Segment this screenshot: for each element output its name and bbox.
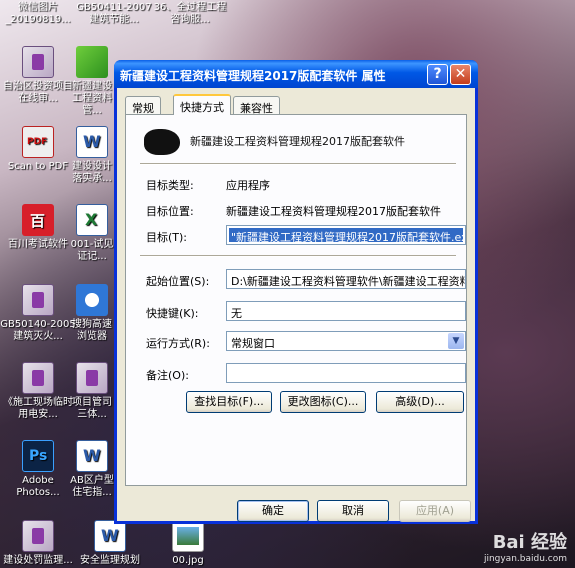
run-select-value: 常规窗口 [231, 337, 275, 350]
desktop-icon-label: 微信图片_20190819... [5, 2, 71, 25]
watermark-url: jingyan.baidu.com [483, 554, 567, 564]
cancel-button[interactable]: 取消 [317, 500, 389, 522]
comment-input[interactable] [226, 363, 466, 383]
desktop-icon-001[interactable]: 001-试见证记... [70, 204, 114, 263]
desktop-icon-00jpg[interactable]: 00.jpg [150, 520, 226, 567]
desktop-icon-label: 《施工现场临时用电安... [3, 397, 73, 420]
watermark: Bai 经验 jingyan.baidu.com [484, 528, 567, 564]
desktop-icon-sogou[interactable]: 搜狗高速浏览器 [70, 284, 114, 343]
target-label: 目标(T): [146, 231, 188, 244]
find-target-button[interactable]: 查找目标(F)... [186, 391, 272, 413]
desktop-icon-design-doc[interactable]: 建设设计落实承... [70, 126, 114, 185]
desktop-icon-label: 安全监理规划 [80, 555, 140, 566]
chm-icon [22, 362, 54, 394]
desktop-icon-project-mgmt[interactable]: 项目管司三体... [70, 362, 114, 421]
word-icon [76, 440, 108, 472]
desktop-icon-investment[interactable]: 自治区投资项目在线审... [0, 46, 76, 105]
tab-compatibility[interactable]: 兼容性 [233, 96, 280, 115]
desktop-icon-label: 项目管司三体... [72, 397, 112, 420]
baichuan-icon [22, 204, 54, 236]
dialog-title: 新疆建设工程资料管理规程2017版配套软件 属性 [120, 69, 386, 83]
ok-button[interactable]: 确定 [237, 500, 309, 522]
separator [140, 163, 456, 165]
desktop-icon-safety-plan[interactable]: 安全监理规划 [72, 520, 148, 567]
target-input[interactable]: "新疆建设工程资料管理规程2017版配套软件.exe" [226, 225, 466, 245]
desktop-icon-scan-to-pdf[interactable]: Scan to PDF [0, 126, 76, 173]
desktop-icon-photoshop[interactable]: Adobe Photos... [0, 440, 76, 499]
desktop-icon-baichuan[interactable]: 百川考试软件 [0, 204, 76, 251]
shortcut-name-field[interactable]: 新疆建设工程资料管理规程2017版配套软件 [190, 131, 452, 149]
chm-icon [22, 520, 54, 552]
shortcut-key-label: 快捷键(K): [146, 307, 199, 320]
advanced-button[interactable]: 高级(D)... [376, 391, 464, 413]
desktop-icon-label: 自治区投资项目在线审... [3, 81, 73, 104]
chm-icon [22, 46, 54, 78]
desktop-icon-label: 建设设计落实承... [72, 161, 112, 184]
shortcut-icon [144, 129, 180, 155]
desktop-icon-label: 建设处罚监理... [3, 555, 73, 566]
desktop-icon-label: 搜狗高速浏览器 [72, 319, 112, 342]
shortcut-panel: 新疆建设工程资料管理规程2017版配套软件 目标类型: 应用程序 目标位置: 新… [125, 114, 467, 486]
desktop-icon-label: 001-试见证记... [70, 239, 114, 262]
pdf-icon [22, 126, 54, 158]
target-input-value: "新疆建设工程资料管理规程2017版配套软件.exe" [229, 228, 463, 242]
desktop-icon-xinjiang-software[interactable]: 新疆建设工程资料管... [70, 46, 114, 117]
chm-icon [22, 284, 54, 316]
target-type-label: 目标类型: [146, 179, 194, 192]
word-icon [94, 520, 126, 552]
target-location-value: 新疆建设工程资料管理规程2017版配套软件 [226, 205, 441, 218]
excel-icon [76, 204, 108, 236]
desktop-icon-gb50411[interactable]: GB50411-2007 建筑节能... [76, 2, 152, 26]
desktop-icon-label: AB区户型住宅指... [70, 475, 114, 498]
desktop-icon-label: 36、全过程工程咨询服... [153, 2, 227, 25]
tab-general[interactable]: 常规 [125, 96, 161, 115]
target-location-label: 目标位置: [146, 205, 194, 218]
run-select[interactable]: 常规窗口 ▼ [226, 331, 466, 351]
target-type-value: 应用程序 [226, 179, 270, 192]
desktop-icon-penalty[interactable]: 建设处罚监理... [0, 520, 76, 567]
desktop-icon-label: 00.jpg [172, 555, 204, 566]
dialog-titlebar[interactable]: 新疆建设工程资料管理规程2017版配套软件 属性 [114, 60, 478, 88]
help-button[interactable]: ? [427, 64, 448, 85]
sogou-icon [76, 284, 108, 316]
desktop-icon-label: GB50140-2005 建筑灭火... [0, 319, 76, 342]
change-icon-button[interactable]: 更改图标(C)... [280, 391, 366, 413]
image-icon [172, 520, 204, 552]
photoshop-icon [22, 440, 54, 472]
word-icon [76, 126, 108, 158]
start-in-input[interactable]: D:\新疆建设工程资料管理软件\新疆建设工程资料管理 [226, 269, 466, 289]
close-button[interactable]: ✕ [450, 64, 471, 85]
start-in-label: 起始位置(S): [146, 275, 210, 288]
desktop-icon-gb50140[interactable]: GB50140-2005 建筑灭火... [0, 284, 76, 343]
desktop-icon-consulting[interactable]: 36、全过程工程咨询服... [152, 2, 228, 26]
desktop-icon-wechat-image[interactable]: 微信图片_20190819... [0, 2, 76, 26]
apply-button[interactable]: 应用(A) [399, 500, 471, 522]
separator [140, 255, 456, 257]
watermark-logo: Bai 经验 [492, 532, 567, 553]
properties-dialog: 新疆建设工程资料管理规程2017版配套软件 属性 ? ✕ 常规 快捷方式 兼容性… [114, 60, 478, 524]
desktop-icon-label: Adobe Photos... [16, 475, 60, 498]
desktop-icon-label: GB50411-2007 建筑节能... [76, 2, 152, 25]
desktop-icon-label: 新疆建设工程资料管... [72, 81, 112, 116]
app-icon [76, 46, 108, 78]
desktop-icon-label: Scan to PDF [7, 161, 69, 172]
desktop-icon-label: 百川考试软件 [8, 239, 68, 250]
desktop-icon-ab-housing[interactable]: AB区户型住宅指... [70, 440, 114, 499]
tab-shortcut[interactable]: 快捷方式 [173, 94, 231, 115]
comment-label: 备注(O): [146, 369, 189, 382]
chevron-down-icon[interactable]: ▼ [448, 333, 464, 349]
chm-icon [76, 362, 108, 394]
run-label: 运行方式(R): [146, 337, 210, 350]
desktop-icon-temp-power[interactable]: 《施工现场临时用电安... [0, 362, 76, 421]
shortcut-key-input[interactable]: 无 [226, 301, 466, 321]
